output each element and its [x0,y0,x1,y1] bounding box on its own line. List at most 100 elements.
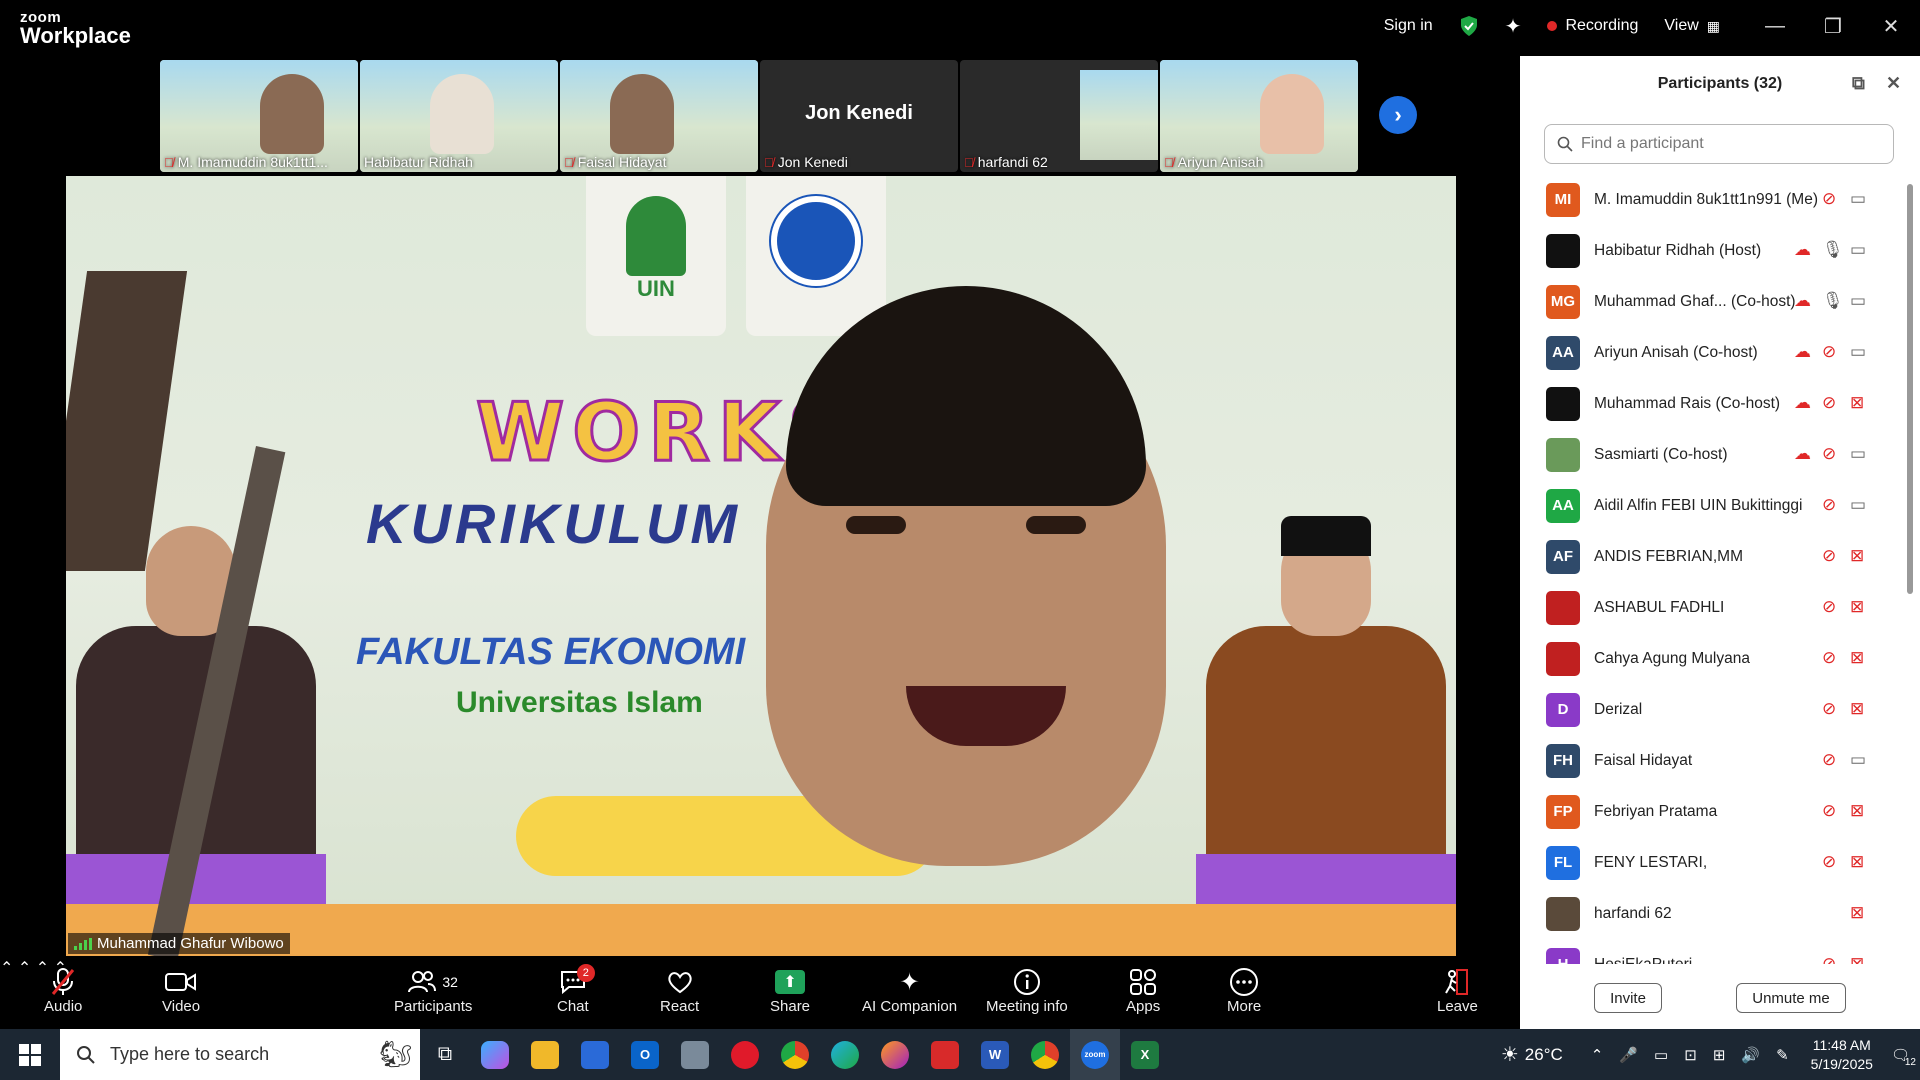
chat-button[interactable]: 2 Chat [557,964,595,1015]
apps-button[interactable]: Apps [1126,966,1160,1015]
store-icon[interactable] [570,1029,620,1080]
camera-on-icon[interactable]: ▭ [1850,750,1866,770]
camera-off-icon[interactable]: ⊠ [1850,954,1864,964]
thumb-tile[interactable]: 🎙̸ harfandi 62 [960,60,1158,172]
security-shield-icon[interactable] [1459,15,1479,37]
participant-row[interactable]: ASHABUL FADHLI ⊘ ⊠ [1520,582,1908,633]
participant-search-input[interactable]: Find a participant [1544,124,1894,164]
video-options-chevron-icon[interactable]: ⌃ [18,960,31,977]
mic-off-icon[interactable]: ⊘ [1822,444,1836,464]
thumb-tile[interactable]: 🎙̸ M. Imamuddin 8uk1tt1... [160,60,358,172]
volume-icon[interactable]: 🔊 [1741,1046,1760,1064]
thumb-tile[interactable]: 🎙̸ Faisal Hidayat [560,60,758,172]
invite-button[interactable]: Invite [1594,983,1662,1013]
chrome-profile-icon[interactable] [1020,1029,1070,1080]
camera-on-icon[interactable]: ▭ [1850,444,1866,464]
participant-row[interactable]: AF ANDIS FEBRIAN,MM ⊘ ⊠ [1520,531,1908,582]
weather-temp[interactable]: 26°C [1525,1045,1563,1065]
camera-off-icon[interactable]: ⊠ [1850,801,1864,821]
pen-icon[interactable]: ✎ [1776,1046,1789,1064]
participant-row[interactable]: Habibatur Ridhah (Host) ☁ 🎙 ▭ [1520,225,1908,276]
more-button[interactable]: More [1227,966,1261,1015]
task-view-icon[interactable]: ⧉ [420,1029,470,1080]
camera-off-icon[interactable]: ⊠ [1850,699,1864,719]
camera-on-icon[interactable]: ▭ [1850,189,1866,209]
edge-icon[interactable] [820,1029,870,1080]
network-icon[interactable]: ⊞ [1713,1046,1726,1064]
video-button[interactable]: Video [162,966,200,1015]
ai-sparkle-icon[interactable]: ✦ [1505,14,1522,39]
close-panel-icon[interactable]: ✕ [1886,73,1901,94]
minimize-icon[interactable]: — [1746,15,1804,38]
participant-row[interactable]: FP Febriyan Pratama ⊘ ⊠ [1520,786,1908,837]
camera-on-icon[interactable]: ▭ [1850,240,1866,260]
participant-row[interactable]: FH Faisal Hidayat ⊘ ▭ [1520,735,1908,786]
mic-off-icon[interactable]: ⊘ [1822,648,1836,668]
zoom-taskbar-icon[interactable]: zoom [1070,1029,1120,1080]
firefox-icon[interactable] [870,1029,920,1080]
file-explorer-icon[interactable] [520,1029,570,1080]
notification-icon[interactable]: 🗨 12 [1891,1046,1916,1068]
outlook-icon[interactable]: O [620,1029,670,1080]
camera-on-icon[interactable]: ▭ [1850,342,1866,362]
pdf-reader-icon[interactable] [920,1029,970,1080]
mic-off-icon[interactable]: ⊘ [1822,393,1836,413]
ai-companion-button[interactable]: ✦ AI Companion [862,966,957,1016]
mic-off-icon[interactable]: ⊘ [1822,189,1836,209]
taskbar-search-input[interactable]: Type here to search 🐿 [60,1029,420,1080]
thumb-tile[interactable]: Habibatur Ridhah [360,60,558,172]
unmute-me-button[interactable]: Unmute me [1736,983,1846,1013]
audio-button[interactable]: Audio [44,966,82,1015]
mic-on-icon[interactable]: 🎙 [1822,291,1844,311]
participant-row[interactable]: H HesiEkaPuteri ⊘ ⊠ [1520,939,1908,964]
participant-row[interactable]: AA Ariyun Anisah (Co-host) ☁ ⊘ ▭ [1520,327,1908,378]
tray-mic-icon[interactable]: 🎤 [1619,1046,1638,1064]
participant-row[interactable]: Sasmiarti (Co-host) ☁ ⊘ ▭ [1520,429,1908,480]
recording-indicator[interactable]: Recording [1547,17,1638,35]
camera-off-icon[interactable]: ⊠ [1850,597,1864,617]
mic-off-icon[interactable]: ⊘ [1822,852,1836,872]
thumb-tile[interactable]: 🎙̸ Ariyun Anisah [1160,60,1358,172]
participant-row[interactable]: AA Aidil Alfin FEBI UIN Bukittinggi ⊘ ▭ [1520,480,1908,531]
word-icon[interactable]: W [970,1029,1020,1080]
participants-button[interactable]: 32 Participants [394,966,472,1015]
mic-off-icon[interactable]: ⊘ [1822,495,1836,515]
share-screen-button[interactable]: ⬆ Share [770,966,810,1015]
view-button[interactable]: View ▦ [1664,17,1720,35]
mic-off-icon[interactable]: ⊘ [1822,597,1836,617]
meeting-info-button[interactable]: Meeting info [986,966,1068,1015]
participant-row[interactable]: MG Muhammad Ghaf... (Co-host) ☁ 🎙 ▭ [1520,276,1908,327]
mic-off-icon[interactable]: ⊘ [1822,750,1836,770]
excel-icon[interactable]: X [1120,1029,1170,1080]
participant-list-scrollbar[interactable] [1907,184,1913,594]
thumb-tile[interactable]: Jon Kenedi 🎙̸ Jon Kenedi [760,60,958,172]
mic-off-icon[interactable]: ⊘ [1822,342,1836,362]
participant-row[interactable]: MI M. Imamuddin 8uk1tt1n991 (Me) ⊘ ▭ [1520,174,1908,225]
weather-icon[interactable]: ☀ [1501,1042,1519,1067]
participant-row[interactable]: Cahya Agung Mulyana ⊘ ⊠ [1520,633,1908,684]
tray-chevron-up-icon[interactable]: ⌃ [1591,1046,1604,1064]
camera-on-icon[interactable]: ▭ [1850,291,1866,311]
participant-row[interactable]: harfandi 62 ⊠ [1520,888,1908,939]
camera-off-icon[interactable]: ⊠ [1850,852,1864,872]
camera-off-icon[interactable]: ⊠ [1850,648,1864,668]
mic-off-icon[interactable]: ⊘ [1822,954,1836,964]
mic-off-icon[interactable]: ⊘ [1822,699,1836,719]
react-button[interactable]: React [660,966,699,1015]
tray-app-icon[interactable]: ⊡ [1684,1046,1697,1064]
participant-row[interactable]: D Derizal ⊘ ⊠ [1520,684,1908,735]
participant-row[interactable]: Muhammad Rais (Co-host) ☁ ⊘ ⊠ [1520,378,1908,429]
battery-icon[interactable]: ▭ [1654,1046,1668,1064]
mic-off-icon[interactable]: ⊘ [1822,801,1836,821]
popout-icon[interactable]: ⧉ [1852,73,1865,94]
camera-off-icon[interactable]: ⊠ [1850,393,1864,413]
opera-icon[interactable] [720,1029,770,1080]
camera-off-icon[interactable]: ⊠ [1850,546,1864,566]
app-window-icon[interactable] [670,1029,720,1080]
restore-icon[interactable]: ❐ [1804,14,1862,39]
audio-options-chevron-icon[interactable]: ⌃ [0,960,13,977]
copilot-icon[interactable] [470,1029,520,1080]
system-clock[interactable]: 11:48 AM 5/19/2025 [1811,1036,1873,1072]
camera-off-icon[interactable]: ⊠ [1850,903,1864,923]
close-icon[interactable]: ✕ [1862,14,1920,39]
